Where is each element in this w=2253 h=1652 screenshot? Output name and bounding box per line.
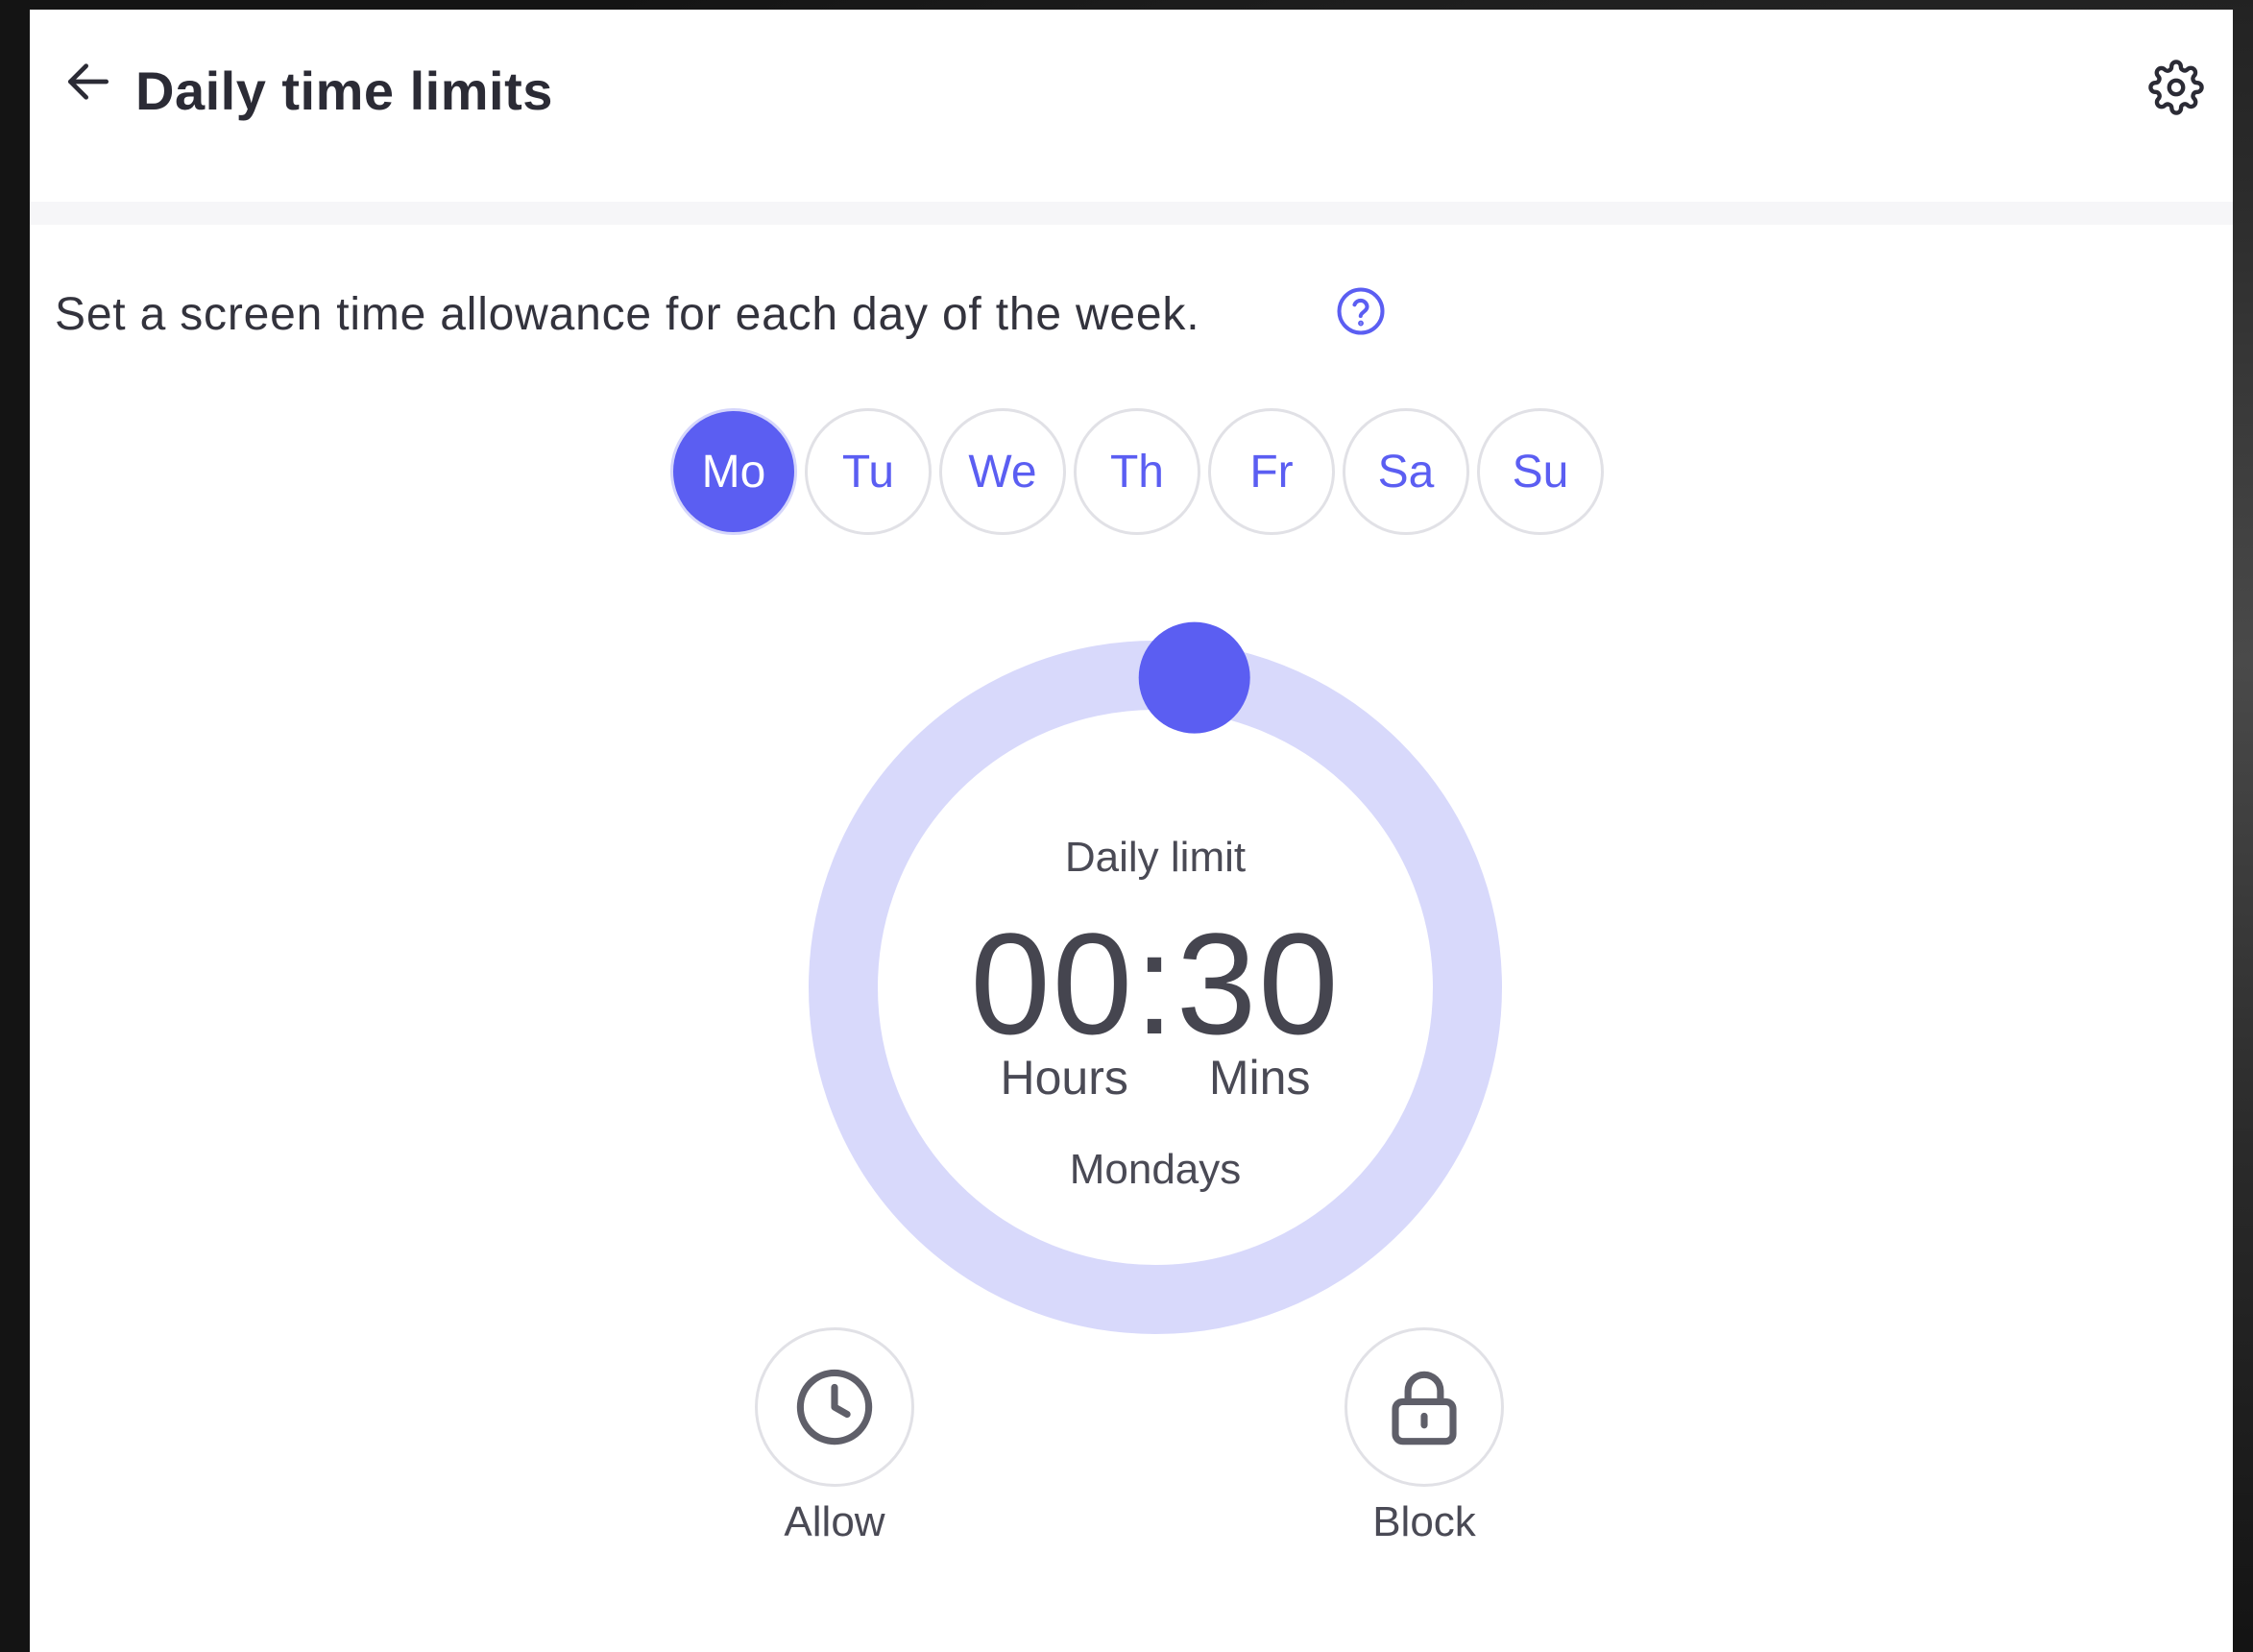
day-su[interactable]: Su	[1477, 408, 1604, 535]
time-value: 00:30	[970, 903, 1341, 1064]
day-tu[interactable]: Tu	[805, 408, 932, 535]
arrow-left-icon	[68, 63, 109, 100]
selected-day-name: Mondays	[1069, 1146, 1242, 1193]
daily-limit-label: Daily limit	[1064, 834, 1247, 881]
allow-action: Allow	[753, 1327, 916, 1546]
block-button[interactable]	[1345, 1327, 1504, 1487]
day-label: Mo	[701, 446, 766, 498]
day-fr[interactable]: Fr	[1208, 408, 1335, 535]
question-circle-icon	[1337, 287, 1385, 335]
day-label: Sa	[1377, 446, 1435, 498]
gear-icon	[2148, 60, 2204, 115]
dial-handle[interactable]	[1138, 621, 1250, 734]
clock-icon	[796, 1369, 873, 1446]
mins-label: Mins	[1208, 1051, 1311, 1105]
time-units: Hours Mins	[781, 1050, 1530, 1105]
settings-button[interactable]	[2143, 54, 2210, 121]
lock-icon	[1392, 1371, 1457, 1446]
day-label: Su	[1512, 446, 1569, 498]
help-button[interactable]	[1332, 282, 1390, 340]
page-title: Daily time limits	[135, 61, 553, 121]
allow-label: Allow	[784, 1498, 885, 1545]
back-button[interactable]	[55, 48, 122, 115]
day-label: We	[968, 446, 1037, 498]
day-selector: Mo Tu We Th Fr Sa Su	[670, 408, 1604, 538]
allow-button[interactable]	[755, 1327, 914, 1487]
day-label: Tu	[841, 446, 895, 498]
day-mo[interactable]: Mo	[670, 408, 797, 535]
block-label: Block	[1372, 1498, 1476, 1545]
time-limit-dial: Daily limit 00:30 Hours Mins Mondays	[781, 613, 1530, 1362]
day-th[interactable]: Th	[1074, 408, 1200, 535]
intro-text: Set a screen time allowance for each day…	[55, 289, 1200, 340]
day-label: Th	[1109, 446, 1164, 498]
block-action: Block	[1343, 1327, 1506, 1546]
daily-limits-panel: Daily time limits Set a screen time allo…	[30, 10, 2233, 1652]
day-sa[interactable]: Sa	[1343, 408, 1469, 535]
day-we[interactable]: We	[939, 408, 1066, 535]
header-bar: Daily time limits	[30, 10, 2233, 202]
header-divider	[30, 202, 2233, 225]
day-label: Fr	[1249, 446, 1294, 498]
hours-label: Hours	[1000, 1051, 1128, 1105]
